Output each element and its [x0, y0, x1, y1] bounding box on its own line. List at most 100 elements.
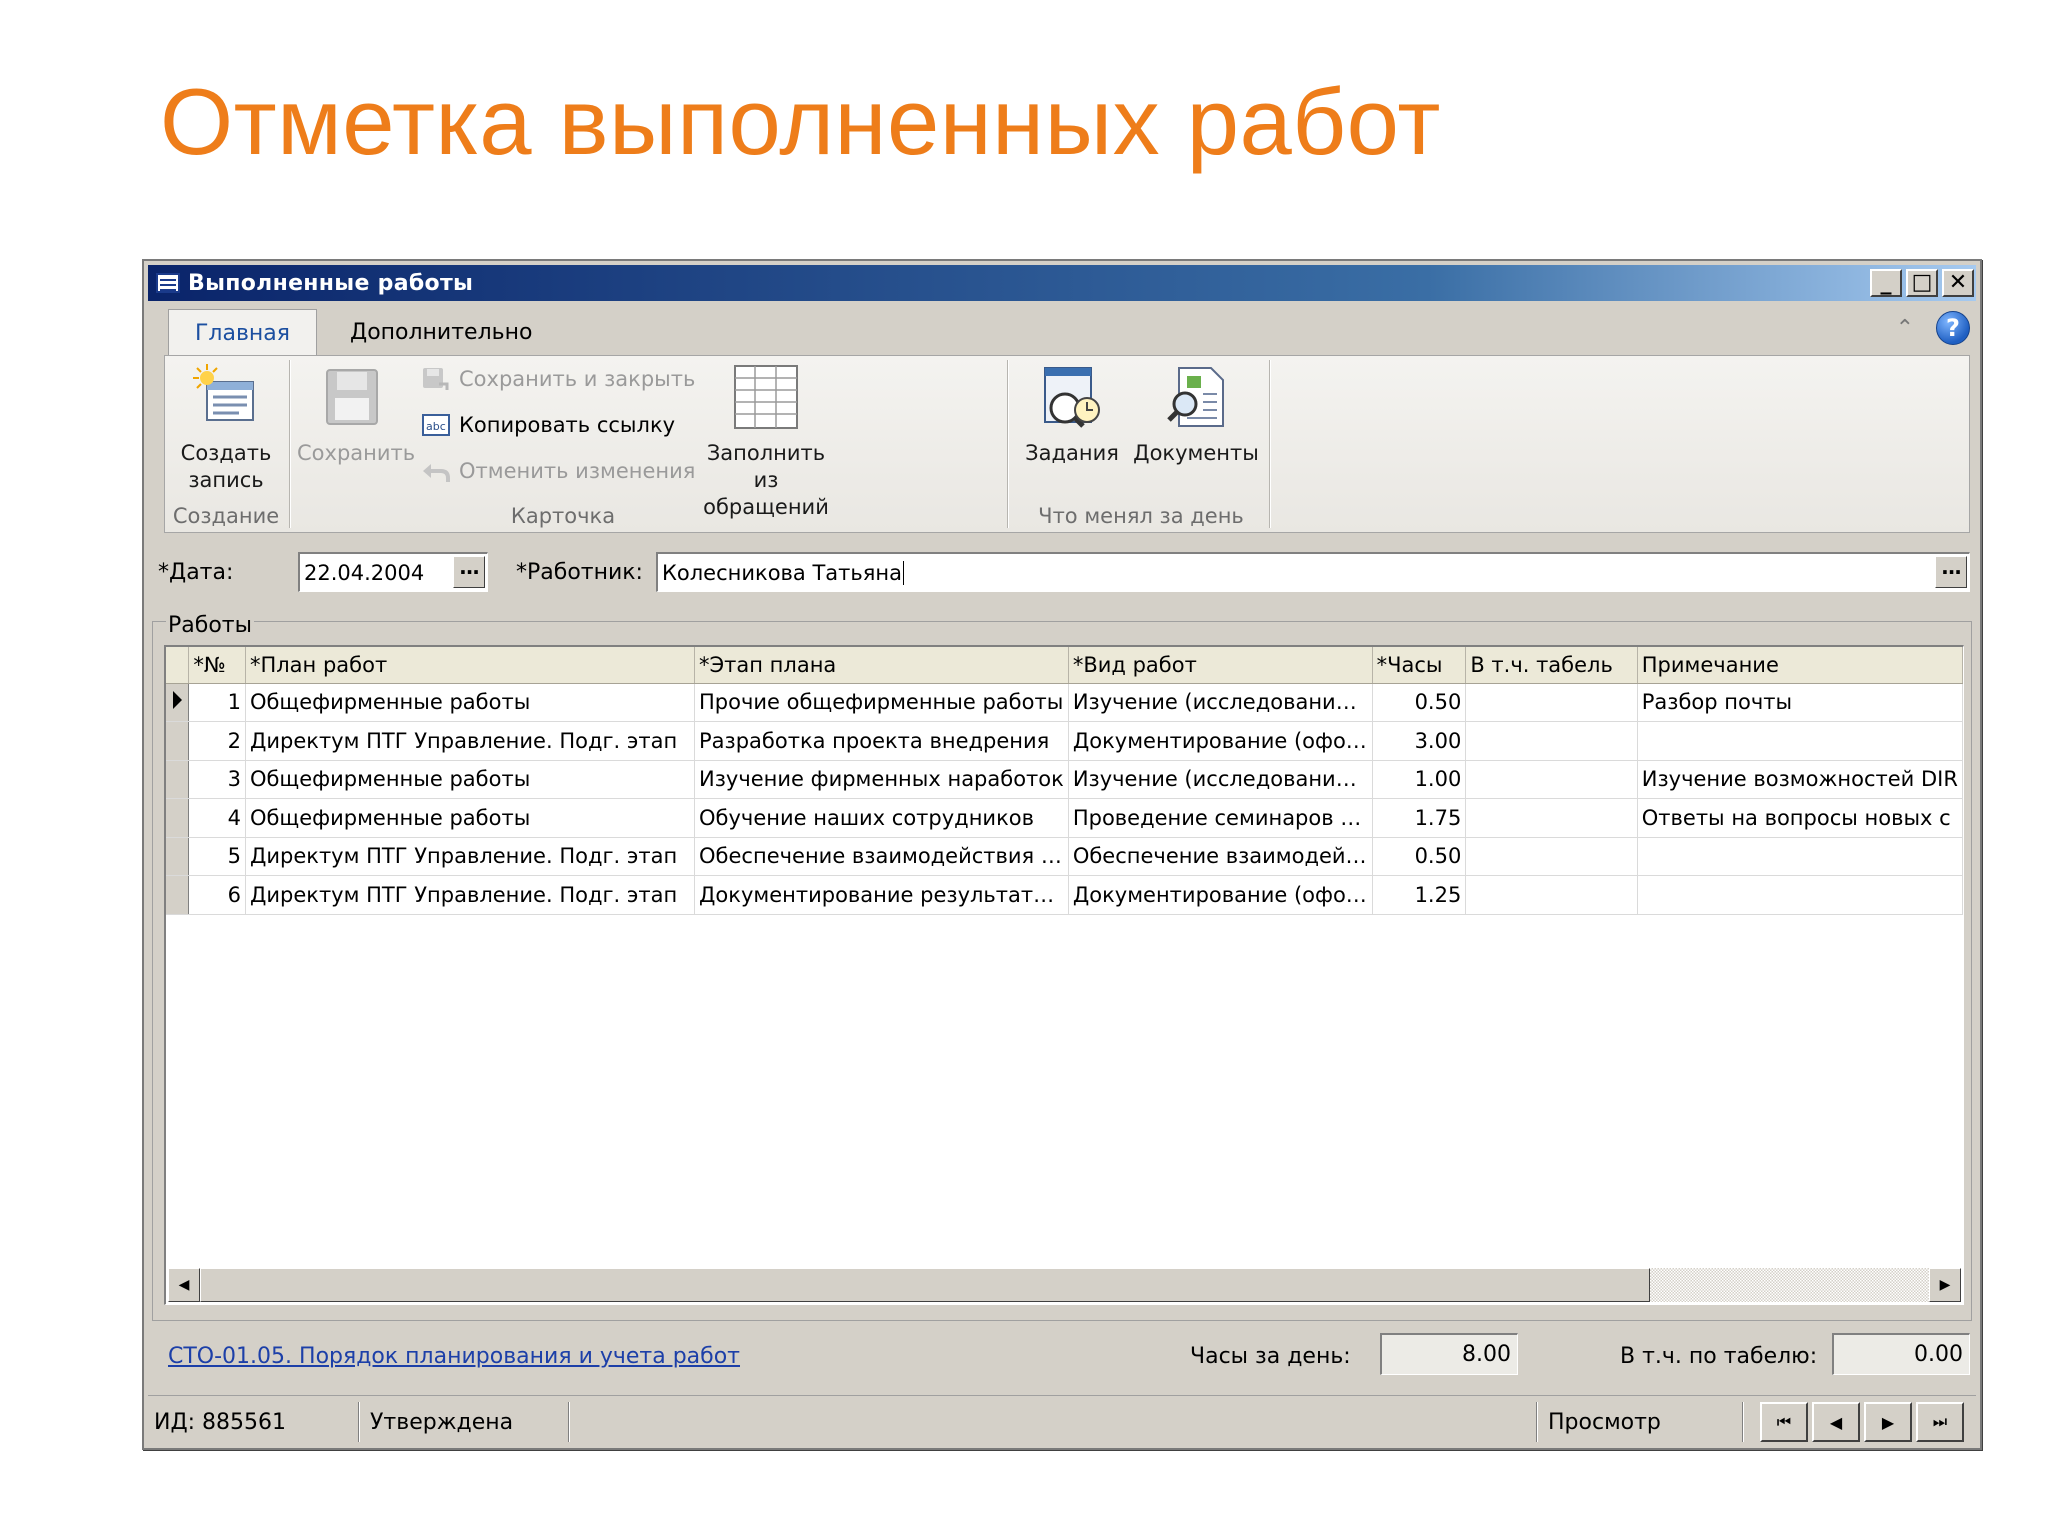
scroll-left-icon[interactable]: ◀: [168, 1268, 200, 1302]
tab-additional[interactable]: Дополнительно: [324, 309, 558, 355]
column-header[interactable]: Примечание: [1637, 647, 1963, 684]
table-cell[interactable]: 4: [188, 798, 246, 838]
table-cell[interactable]: Обеспечение взаимодей…: [1068, 837, 1373, 876]
tab-main[interactable]: Главная: [168, 309, 318, 356]
table-cell[interactable]: [1637, 721, 1963, 761]
status-divider: [1742, 1402, 1744, 1442]
previous-record-button[interactable]: ◀: [1812, 1402, 1860, 1442]
row-selector[interactable]: [166, 760, 190, 799]
row-selector[interactable]: [166, 837, 190, 876]
ribbon-group-create: Создать запись Создание: [165, 356, 287, 532]
table-cell[interactable]: Документирование результат…: [694, 875, 1069, 915]
table-cell[interactable]: Общефирменные работы: [245, 798, 696, 838]
table-cell[interactable]: 1: [188, 683, 246, 722]
fill-from-requests-button[interactable]: Заполнить из обращений: [695, 364, 837, 521]
minimize-button[interactable]: _: [1870, 269, 1902, 297]
table-cell[interactable]: [1637, 837, 1963, 876]
table-cell[interactable]: Общефирменные работы: [245, 760, 696, 799]
table-row[interactable]: 3 Общефирменные работы Изучение фирменных …: [166, 760, 1963, 799]
column-header[interactable]: *Вид работ: [1068, 647, 1373, 684]
scrollbar-thumb[interactable]: [200, 1268, 1650, 1302]
table-cell[interactable]: 3: [188, 760, 246, 799]
table-row[interactable]: 4 Общефирменные работы Обучение наших сотр…: [166, 798, 1963, 838]
table-cell[interactable]: [1465, 837, 1638, 876]
date-picker-button[interactable]: ···: [453, 556, 485, 588]
row-selector[interactable]: [166, 721, 190, 761]
table-cell[interactable]: 6: [188, 875, 246, 915]
table-cell[interactable]: Директум ПТГ Управление. Подг. этап: [245, 721, 696, 761]
table-cell[interactable]: Разбор почты: [1637, 683, 1963, 722]
column-header[interactable]: *№: [188, 647, 246, 684]
table-cell[interactable]: 5: [188, 837, 246, 876]
save-label: Сохранить: [297, 441, 416, 465]
table-row[interactable]: 6 Директум ПТГ Управление. Подг. этап Доку…: [166, 875, 1963, 915]
table-cell[interactable]: 0.50: [1372, 683, 1467, 722]
works-table: *№ *План работ *Этап плана *Вид работ *Ч…: [166, 647, 1963, 915]
row-selector[interactable]: [166, 875, 190, 915]
worker-picker-button[interactable]: ···: [1935, 556, 1967, 588]
table-cell[interactable]: Изучение фирменных наработок: [694, 760, 1069, 799]
close-icon: ✕: [1948, 270, 1968, 295]
table-row[interactable]: 2 Директум ПТГ Управление. Подг. этап Разр…: [166, 721, 1963, 761]
collapse-ribbon-icon[interactable]: ⌃: [1896, 316, 1914, 341]
documents-button[interactable]: Документы: [1131, 364, 1261, 467]
table-cell[interactable]: 1.25: [1372, 875, 1467, 915]
table-cell[interactable]: Общефирменные работы: [245, 683, 696, 722]
close-button[interactable]: ✕: [1942, 269, 1974, 297]
table-cell[interactable]: [1465, 798, 1638, 838]
copy-link-button[interactable]: abc Копировать ссылку: [421, 412, 675, 438]
horizontal-scrollbar[interactable]: ◀ ▶: [168, 1268, 1961, 1302]
row-selector[interactable]: [166, 798, 190, 838]
maximize-button[interactable]: □: [1906, 269, 1938, 297]
worker-value: Колесникова Татьяна: [662, 560, 903, 585]
create-record-button[interactable]: Создать запись: [165, 364, 287, 494]
table-cell[interactable]: Изучение (исследовани…: [1068, 760, 1373, 799]
column-header[interactable]: *План работ: [245, 647, 696, 684]
cancel-changes-button[interactable]: Отменить изменения: [421, 458, 695, 484]
table-cell[interactable]: 1.75: [1372, 798, 1467, 838]
table-cell[interactable]: Обеспечение взаимодействия …: [694, 837, 1069, 876]
table-cell[interactable]: Изучение (исследовани…: [1068, 683, 1373, 722]
table-cell[interactable]: [1465, 760, 1638, 799]
table-cell[interactable]: Директум ПТГ Управление. Подг. этап: [245, 837, 696, 876]
copy-link-icon: abc: [421, 412, 451, 438]
table-cell[interactable]: 3.00: [1372, 721, 1467, 761]
table-cell[interactable]: [1465, 683, 1638, 722]
tasks-button[interactable]: Задания: [1017, 364, 1127, 467]
table-cell[interactable]: Директум ПТГ Управление. Подг. этап: [245, 875, 696, 915]
table-cell[interactable]: [1637, 875, 1963, 915]
ribbon-group-day: Задания Документы Что менял за день: [1011, 356, 1271, 532]
table-row[interactable]: 5 Директум ПТГ Управление. Подг. этап Обес…: [166, 837, 1963, 876]
table-row[interactable]: 1 Общефирменные работы Прочие общефирменны…: [166, 683, 1963, 722]
help-icon[interactable]: ?: [1936, 311, 1970, 345]
save-and-close-button[interactable]: Сохранить и закрыть: [421, 366, 695, 392]
table-cell[interactable]: Документирование (офо…: [1068, 875, 1373, 915]
timesheet-hours-label: В т.ч. по табелю:: [1620, 1344, 1818, 1369]
table-cell[interactable]: 0.50: [1372, 837, 1467, 876]
row-selector[interactable]: [166, 683, 190, 722]
table-cell[interactable]: Прочие общефирменные работы: [694, 683, 1069, 722]
date-field[interactable]: 22.04.2004 ···: [298, 552, 488, 592]
column-header[interactable]: *Часы: [1372, 647, 1467, 684]
table-cell[interactable]: Изучение возможностей DIR: [1637, 760, 1963, 799]
table-cell[interactable]: 1.00: [1372, 760, 1467, 799]
table-cell[interactable]: Разработка проекта внедрения: [694, 721, 1069, 761]
table-cell[interactable]: [1465, 721, 1638, 761]
table-cell[interactable]: Проведение семинаров …: [1068, 798, 1373, 838]
table-cell[interactable]: Документирование (офо…: [1068, 721, 1373, 761]
window-titlebar[interactable]: Выполненные работы _ □ ✕: [148, 265, 1976, 301]
regulation-link[interactable]: СТО-01.05. Порядок планирования и учета …: [168, 1344, 740, 1369]
column-header[interactable]: В т.ч. табель: [1465, 647, 1638, 684]
table-cell[interactable]: Ответы на вопросы новых с: [1637, 798, 1963, 838]
table-cell[interactable]: Обучение наших сотрудников: [694, 798, 1069, 838]
table-cell[interactable]: [1465, 875, 1638, 915]
first-record-button[interactable]: ⏮: [1760, 1402, 1808, 1442]
worker-field[interactable]: Колесникова Татьяна ···: [656, 552, 1970, 592]
column-header[interactable]: *Этап плана: [694, 647, 1069, 684]
last-record-button[interactable]: ⏭: [1916, 1402, 1964, 1442]
next-record-button[interactable]: ▶: [1864, 1402, 1912, 1442]
save-button[interactable]: Сохранить: [297, 364, 416, 467]
table-header-row: *№ *План работ *Этап плана *Вид работ *Ч…: [166, 647, 1963, 684]
scroll-right-icon[interactable]: ▶: [1929, 1268, 1961, 1302]
table-cell[interactable]: 2: [188, 721, 246, 761]
